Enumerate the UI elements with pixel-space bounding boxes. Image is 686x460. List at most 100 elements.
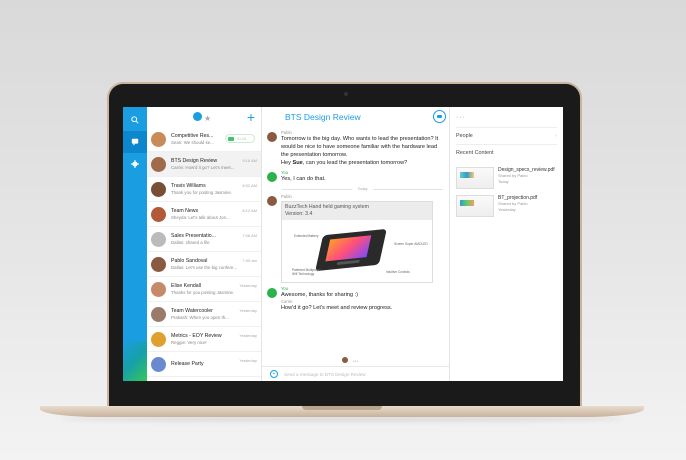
room-row[interactable]: Pablo Sandoval Dallas: Let's use the big … xyxy=(147,252,261,277)
typing-indicator: ... xyxy=(342,357,358,364)
message-text-part: Hey xyxy=(281,160,293,166)
call-duration: 01:15 xyxy=(237,136,246,141)
device-image: Extended Battery Screen Super AMOLED Pat… xyxy=(282,220,432,282)
message: Pablo BuzzTech Hand held gaming system V… xyxy=(267,194,443,283)
chat-pane: BTS Design Review Pablo Tomorrow is the … xyxy=(262,107,450,381)
file-date: Yesterday xyxy=(498,206,516,212)
message-text: Hey Sue, can you lead the presentation t… xyxy=(281,159,443,167)
avatar xyxy=(151,306,166,322)
webcam xyxy=(344,92,348,96)
room-row[interactable]: BTS Design Review Carrie: How'd it go? Le… xyxy=(147,152,261,177)
conversation-list: ★ + Competitive Res... Sean: We should ke… xyxy=(147,107,262,381)
gear-icon[interactable] xyxy=(123,153,147,175)
date-divider-label: Today xyxy=(357,187,368,191)
more-options-icon[interactable]: ··· xyxy=(456,107,557,127)
search-icon[interactable] xyxy=(123,109,147,131)
recent-content-section: Recent Content xyxy=(456,144,557,161)
file-preview-card[interactable]: BuzzTech Hand held gaming system Version… xyxy=(281,201,433,283)
message-text: Tomorrow is the big day. Who wants to le… xyxy=(281,136,439,158)
avatar xyxy=(267,132,277,142)
laptop-base xyxy=(40,406,644,417)
video-call-button[interactable] xyxy=(433,110,446,123)
message: Pablo Tomorrow is the big day. Who wants… xyxy=(267,130,443,167)
message: You Yes, I can do that. xyxy=(267,170,443,183)
file-item[interactable]: Design_specs_review.pdf Shared by Pablo … xyxy=(456,167,557,189)
avatar xyxy=(267,196,277,206)
room-time: 9:16 AM xyxy=(242,158,257,163)
nav-decoration xyxy=(123,341,147,381)
callout-label: Screen Super AMOLED xyxy=(394,242,428,246)
avatar xyxy=(342,357,348,364)
compose-bar[interactable]: + Send a message to BTS Design Review xyxy=(262,366,449,381)
mention[interactable]: Sue xyxy=(293,160,303,166)
room-preview: Reggie: Very nice! xyxy=(171,340,207,345)
laptop-notch xyxy=(302,406,382,410)
list-header: ★ + xyxy=(147,107,261,127)
app-window: ★ + Competitive Res... Sean: We should ke… xyxy=(123,107,563,381)
card-version: Version: 3.4 xyxy=(285,211,313,217)
date-divider: Today xyxy=(282,187,444,191)
join-call-button[interactable]: 01:15 xyxy=(225,134,255,143)
avatar xyxy=(267,288,277,298)
chat-icon[interactable] xyxy=(123,131,147,153)
avatar xyxy=(151,206,166,222)
chat-header: BTS Design Review xyxy=(262,107,449,127)
avatar xyxy=(151,331,166,347)
compose-input[interactable]: Send a message to BTS Design Review xyxy=(284,372,366,377)
room-row[interactable]: Competitive Res... Sean: We should ke... 0… xyxy=(147,127,261,152)
room-time: 7:05 am xyxy=(242,258,257,263)
room-time: 7:08 AM xyxy=(242,233,257,238)
chat-title: BTS Design Review xyxy=(285,112,361,122)
card-title: BuzzTech Hand held gaming system xyxy=(285,204,369,210)
message: You Awesome, thanks for sharing :) Carri… xyxy=(267,286,443,312)
new-room-button[interactable]: + xyxy=(247,110,255,124)
room-row[interactable]: Travis Williams Thank you for posting Jas… xyxy=(147,177,261,202)
room-row[interactable]: Team News Sheyda: Let's talk about Jon...… xyxy=(147,202,261,227)
room-preview: Prakash: When you open th... xyxy=(171,315,229,320)
room-preview: Thank you for posting Jasmine. xyxy=(171,190,233,195)
favorites-star-icon[interactable]: ★ xyxy=(204,114,211,123)
file-item[interactable]: BT_projection.pdf Shared by Pablo Yester… xyxy=(456,195,557,217)
room-time: Yesterday xyxy=(239,333,257,338)
chevron-right-icon: › xyxy=(555,133,557,139)
callout-label: Intuitive Controls xyxy=(386,270,410,274)
room-row[interactable]: Metrics - EOY Review Reggie: Very nice! Ye… xyxy=(147,327,261,352)
room-time: 8:12 AM xyxy=(242,208,257,213)
room-row[interactable]: Team Watercooler Prakash: When you open t… xyxy=(147,302,261,327)
message-text: How'd it go? Let's meet and review progr… xyxy=(281,305,393,311)
attach-icon[interactable]: + xyxy=(270,370,278,378)
avatar xyxy=(151,281,166,297)
message-list: Pablo Tomorrow is the big day. Who wants… xyxy=(262,127,449,366)
room-details-panel: ··· People › Recent Content Design_specs_… xyxy=(450,107,563,381)
list-logo: ★ xyxy=(193,108,211,126)
room-preview: Dallas: shared a file xyxy=(171,240,210,245)
video-camera-icon xyxy=(437,114,442,119)
message-sender: Pablo xyxy=(281,194,292,199)
room-time: Yesterday xyxy=(239,358,257,363)
recent-content-label: Recent Content xyxy=(456,150,494,156)
message-text-part: , can you lead the presentation tomorrow… xyxy=(302,160,408,166)
video-camera-icon xyxy=(228,136,234,141)
file-thumbnail xyxy=(456,195,494,217)
room-row[interactable]: Release Party Yesterday xyxy=(147,352,261,377)
file-date: Today xyxy=(498,178,509,184)
message-text: Awesome, thanks for sharing :) xyxy=(281,292,359,298)
message-text: Yes, I can do that. xyxy=(281,176,326,182)
app-logo-icon xyxy=(193,112,202,121)
room-preview: Sheyda: Let's talk about Jon... xyxy=(171,215,230,220)
avatar xyxy=(151,256,166,272)
nav-rail xyxy=(123,107,147,381)
room-row[interactable]: Elise Kendall Thanks for you posting Jasm… xyxy=(147,277,261,302)
callout-label: Patented Multiplayer Wifi Technology xyxy=(292,268,322,276)
typing-dots: ... xyxy=(353,358,359,364)
avatar xyxy=(267,172,277,182)
room-time: Yesterday xyxy=(239,283,257,288)
people-section[interactable]: People › xyxy=(456,127,557,144)
callout-label: Extended Battery xyxy=(294,234,319,238)
room-preview: Carrie: How'd it go? Let's meet... xyxy=(171,165,235,170)
room-preview: Dallas: Let's use the big confere... xyxy=(171,265,238,270)
gaming-device-illustration xyxy=(315,228,387,272)
room-row[interactable]: Sales Presentatio... Dallas: shared a fil… xyxy=(147,227,261,252)
file-thumbnail xyxy=(456,167,494,189)
room-time: 8:52 AM xyxy=(242,183,257,188)
